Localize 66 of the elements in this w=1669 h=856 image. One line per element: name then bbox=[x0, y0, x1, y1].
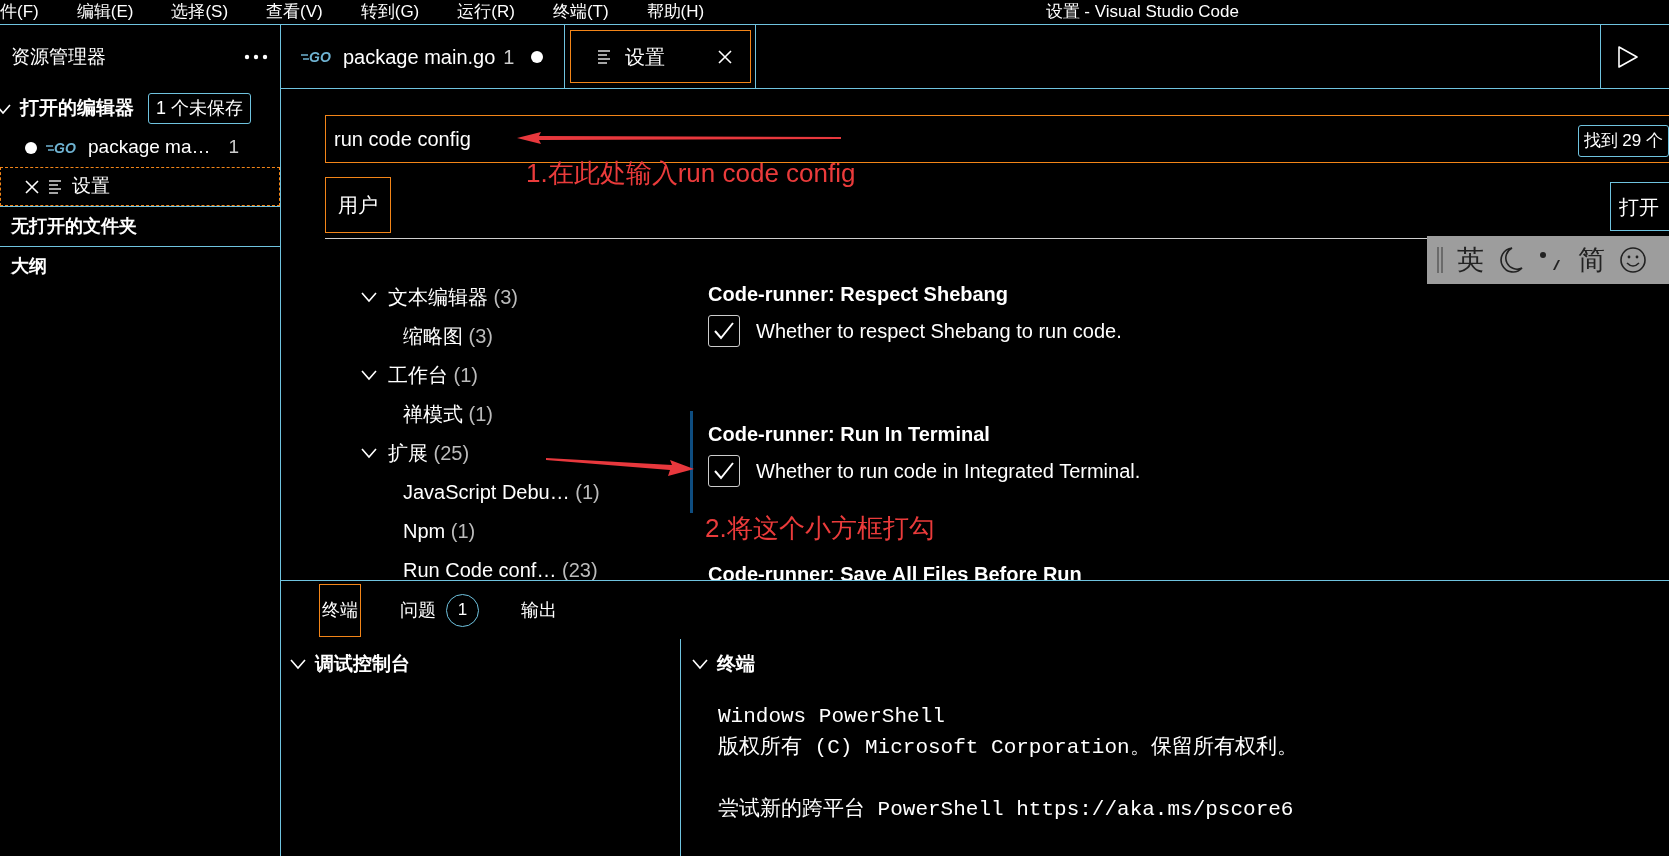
menu-item[interactable]: 帮助(H) bbox=[646, 0, 721, 24]
unsaved-badge: 1 个未保存 bbox=[148, 93, 251, 124]
checkbox[interactable] bbox=[708, 455, 740, 487]
section-header[interactable]: 调试控制台 bbox=[315, 649, 410, 679]
close-icon[interactable] bbox=[24, 178, 40, 195]
menu-item[interactable]: 编辑(E) bbox=[76, 0, 150, 24]
chevron-down-icon[interactable] bbox=[360, 446, 378, 459]
settings-file-icon bbox=[48, 178, 64, 195]
problem-count: 1 bbox=[228, 135, 240, 160]
toc-item[interactable]: 缩略图 (3) bbox=[403, 320, 493, 351]
toc-item[interactable]: Npm (1) bbox=[403, 515, 476, 546]
toc-item[interactable]: 文本编辑器 (3) bbox=[388, 281, 518, 312]
section-header[interactable]: 大纲 bbox=[0, 246, 280, 286]
editor-tab[interactable]: GO package main.go 1 bbox=[281, 25, 566, 88]
sidebar-title: 资源管理器 bbox=[11, 44, 106, 69]
panel-tab[interactable]: 终端 bbox=[319, 583, 361, 637]
menu-item[interactable]: 选择(S) bbox=[171, 0, 245, 24]
terminal-line: Windows PowerShell bbox=[718, 704, 946, 730]
open-settings-button[interactable]: 打开 bbox=[1610, 182, 1669, 231]
menu-item[interactable]: 件(F) bbox=[0, 0, 55, 24]
chevron-down-icon[interactable] bbox=[360, 290, 378, 303]
section-header[interactable]: 终端 bbox=[717, 649, 755, 679]
menu-item[interactable]: 终端(T) bbox=[552, 0, 625, 24]
toc-item[interactable]: JavaScript Debu… (1) bbox=[403, 476, 600, 507]
more-icon[interactable] bbox=[244, 54, 268, 60]
unsaved-dot-icon[interactable] bbox=[24, 140, 38, 155]
unsaved-dot-icon[interactable] bbox=[530, 49, 545, 64]
chevron-down-icon[interactable] bbox=[0, 102, 12, 115]
menu-item[interactable]: 查看(V) bbox=[266, 0, 339, 24]
annotation-text: 2.将这个小方框打勾 bbox=[705, 512, 935, 544]
panel-tab[interactable]: 问题 1 bbox=[397, 580, 482, 640]
toc-item[interactable]: 禅模式 (1) bbox=[403, 398, 493, 429]
smiley-icon[interactable] bbox=[1619, 246, 1647, 274]
checkbox[interactable] bbox=[708, 315, 740, 347]
moon-icon[interactable] bbox=[1498, 246, 1524, 274]
menu-item[interactable]: 转到(G) bbox=[360, 0, 436, 24]
file-name: package ma… bbox=[88, 135, 211, 160]
section-header[interactable]: 无打开的文件夹 bbox=[0, 206, 280, 246]
setting-title: Code-runner: Run In Terminal bbox=[708, 422, 991, 447]
setting-description: Whether to respect Shebang to run code. bbox=[756, 319, 1122, 344]
terminal-line: 尝试新的跨平台 PowerShell https://aka.ms/pscore6 bbox=[718, 796, 1295, 823]
toc-item[interactable]: 工作台 (1) bbox=[388, 359, 478, 390]
problem-count: 1 bbox=[503, 44, 515, 70]
section-header[interactable]: 打开的编辑器 bbox=[20, 94, 134, 123]
ime-mode-button[interactable]: 简 bbox=[1578, 239, 1605, 281]
setting-title: Code-runner: Respect Shebang bbox=[708, 282, 1010, 307]
file-name: 设置 bbox=[72, 174, 110, 199]
editor-tab[interactable]: 设置 bbox=[565, 25, 757, 88]
result-count: 找到 29 个 bbox=[1577, 125, 1669, 157]
chevron-down-icon[interactable] bbox=[691, 658, 709, 670]
scope-tab[interactable]: 用户 bbox=[325, 177, 391, 233]
setting-description: Whether to run code in Integrated Terminal. bbox=[756, 459, 1141, 484]
chevron-down-icon[interactable] bbox=[360, 368, 378, 381]
close-icon[interactable] bbox=[717, 48, 734, 65]
run-icon[interactable] bbox=[1617, 44, 1639, 69]
terminal-line: 版权所有 (C) Microsoft Corporation。保留所有权利。 bbox=[718, 735, 1299, 761]
toc-item[interactable]: Run Code conf… (23) bbox=[403, 554, 598, 580]
ime-mode-button[interactable]: 英 bbox=[1457, 239, 1484, 281]
open-editor-item[interactable]: 设置 bbox=[0, 167, 280, 206]
chevron-down-icon[interactable] bbox=[289, 658, 307, 670]
panel-tab[interactable]: 输出 bbox=[518, 583, 560, 637]
open-editor-item[interactable]: GO package ma… 1 bbox=[0, 128, 280, 167]
menu-item[interactable]: 运行(R) bbox=[457, 0, 531, 24]
grip-icon[interactable] bbox=[1437, 247, 1443, 273]
window-title: 设置 - Visual Studio Code bbox=[1045, 1, 1239, 23]
toc-item[interactable]: 扩展 (25) bbox=[388, 437, 470, 468]
